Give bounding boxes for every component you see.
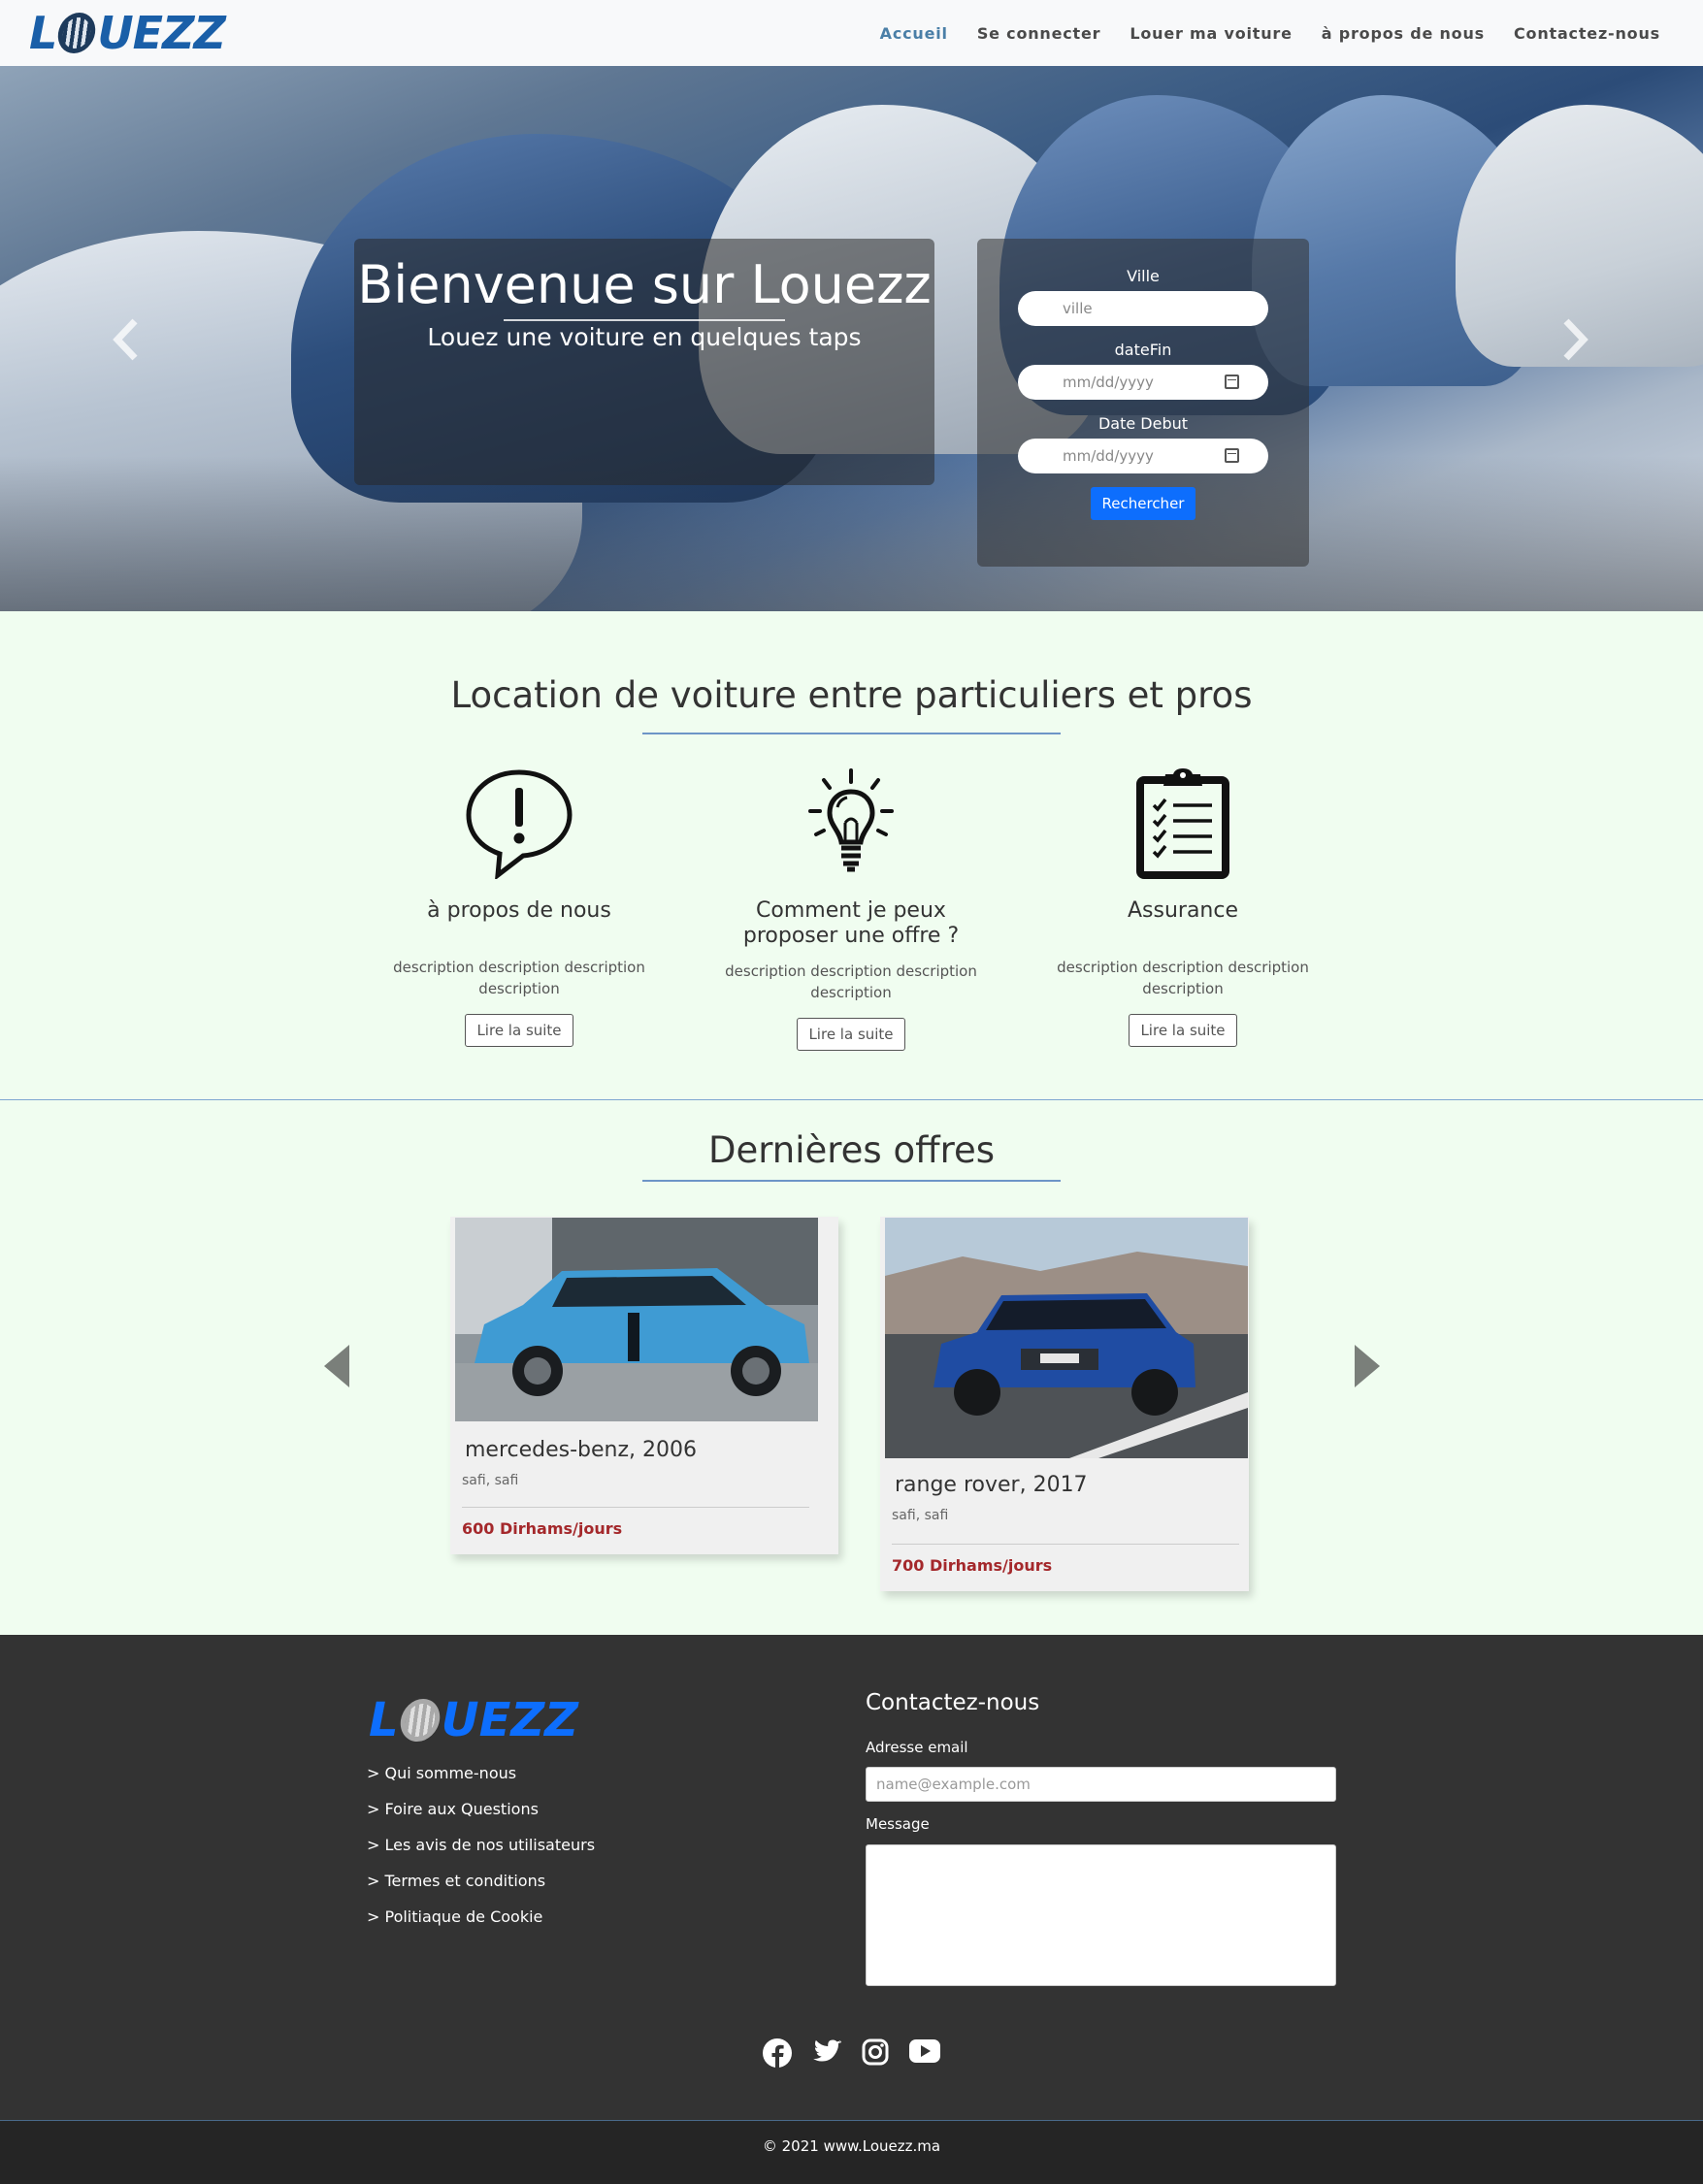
feature-about: à propos de nous description description… xyxy=(388,766,650,1047)
email-placeholder: name@example.com xyxy=(876,1776,1031,1793)
navbar: L UEZZ Accueil Se connecter Louer ma voi… xyxy=(0,0,1703,66)
offers-title-underline xyxy=(642,1180,1061,1182)
copyright-bar: © 2021 www.Louezz.ma xyxy=(0,2120,1703,2184)
footer-link-cookies[interactable]: > Politiaque de Cookie xyxy=(367,1907,542,1926)
offers-prev-icon[interactable] xyxy=(324,1345,349,1387)
city-label: Ville xyxy=(1127,267,1160,285)
nav-contactez-nous[interactable]: Contactez-nous xyxy=(1514,24,1660,43)
offers-next-icon[interactable] xyxy=(1355,1345,1380,1387)
offer-separator xyxy=(462,1507,809,1508)
footer-logo-text-rest: UEZZ xyxy=(441,1693,578,1747)
car-photo xyxy=(885,1218,1248,1458)
feature-title: Assurance xyxy=(1127,898,1239,923)
section-divider xyxy=(0,1099,1703,1100)
search-form: Ville ville dateFin mm/dd/yyyy Date Debu… xyxy=(977,239,1309,567)
footer-link-reviews[interactable]: > Les avis de nos utilisateurs xyxy=(367,1836,595,1854)
offer-card[interactable]: range rover, 2017 safi, safi 700 Dirhams… xyxy=(880,1217,1249,1591)
hero-title: Bienvenue sur Louezz xyxy=(357,254,932,315)
end-date-label: dateFin xyxy=(1114,341,1172,359)
end-date-input[interactable]: mm/dd/yyyy xyxy=(1018,365,1268,400)
welcome-panel: Bienvenue sur Louezz Louez une voiture e… xyxy=(354,239,934,485)
read-more-button[interactable]: Lire la suite xyxy=(465,1014,573,1047)
city-placeholder: ville xyxy=(1063,300,1093,317)
offer-price: 600 Dirhams/jours xyxy=(462,1519,623,1538)
features-title: Location de voiture entre particuliers e… xyxy=(450,674,1253,716)
calendar-icon[interactable] xyxy=(1225,448,1239,463)
nav-louer-ma-voiture[interactable]: Louer ma voiture xyxy=(1130,24,1292,43)
offer-separator xyxy=(892,1544,1239,1545)
read-more-button[interactable]: Lire la suite xyxy=(797,1018,905,1051)
feature-offer: Comment je peux proposer une offre ? des… xyxy=(720,766,982,1051)
facebook-icon[interactable] xyxy=(762,2038,792,2068)
feature-title: à propos de nous xyxy=(427,898,611,923)
feature-desc: description description description desc… xyxy=(725,962,977,1001)
copyright-text: © 2021 www.Louezz.ma xyxy=(762,2137,941,2155)
features-title-underline xyxy=(642,733,1061,734)
hero-next-icon[interactable] xyxy=(1560,309,1589,376)
twitter-icon[interactable] xyxy=(811,2038,842,2066)
offer-location: safi, safi xyxy=(892,1508,949,1523)
footer-link-about[interactable]: > Qui somme-nous xyxy=(367,1764,516,1782)
logo-text-rest: UEZZ xyxy=(97,7,225,59)
logo-text-l: L xyxy=(29,7,57,59)
message-label: Message xyxy=(866,1815,930,1833)
nav-accueil[interactable]: Accueil xyxy=(880,24,948,43)
tire-icon xyxy=(55,13,99,53)
feature-desc: description description description desc… xyxy=(1057,959,1309,997)
offer-title: mercedes-benz, 2006 xyxy=(465,1438,698,1462)
speech-bubble-exclamation-icon xyxy=(466,769,573,879)
social-links xyxy=(0,2038,1703,2068)
search-button[interactable]: Rechercher xyxy=(1090,487,1196,520)
footer-logo[interactable]: L UEZZ xyxy=(369,1693,578,1747)
offer-location: safi, safi xyxy=(462,1473,519,1488)
footer-link-faq[interactable]: > Foire aux Questions xyxy=(367,1800,539,1818)
offer-title: range rover, 2017 xyxy=(895,1473,1088,1497)
tire-icon xyxy=(397,1699,442,1742)
start-date-placeholder: mm/dd/yyyy xyxy=(1063,447,1154,465)
car-photo xyxy=(455,1218,818,1421)
logo[interactable]: L UEZZ xyxy=(29,7,226,59)
nav-se-connecter[interactable]: Se connecter xyxy=(977,24,1101,43)
hero-prev-icon[interactable] xyxy=(112,309,141,376)
footer-logo-text-l: L xyxy=(369,1693,399,1747)
start-date-input[interactable]: mm/dd/yyyy xyxy=(1018,439,1268,473)
contact-title: Contactez-nous xyxy=(866,1690,1040,1715)
message-textarea[interactable] xyxy=(866,1844,1336,1986)
email-label: Adresse email xyxy=(866,1739,968,1756)
calendar-icon[interactable] xyxy=(1225,375,1239,389)
lightbulb-icon xyxy=(808,768,894,872)
read-more-button[interactable]: Lire la suite xyxy=(1129,1014,1237,1047)
nav-links: Accueil Se connecter Louer ma voiture à … xyxy=(880,0,1660,66)
feature-insurance: Assurance description description descri… xyxy=(1052,766,1314,1047)
feature-title: Comment je peux proposer une offre ? xyxy=(742,898,960,948)
nav-a-propos[interactable]: à propos de nous xyxy=(1322,24,1485,43)
youtube-icon[interactable] xyxy=(908,2038,941,2064)
offer-price: 700 Dirhams/jours xyxy=(892,1556,1053,1575)
city-input[interactable]: ville xyxy=(1018,291,1268,326)
title-underline xyxy=(504,319,785,321)
instagram-icon[interactable] xyxy=(862,2038,889,2066)
feature-desc: description description description desc… xyxy=(393,959,645,997)
start-date-label: Date Debut xyxy=(1097,414,1189,433)
offer-card[interactable]: mercedes-benz, 2006 safi, safi 600 Dirha… xyxy=(450,1217,838,1554)
hero-subtitle: Louez une voiture en quelques taps xyxy=(427,323,862,351)
footer-link-terms[interactable]: > Termes et conditions xyxy=(367,1872,545,1890)
email-input[interactable]: name@example.com xyxy=(866,1767,1336,1802)
offers-title: Dernières offres xyxy=(707,1129,996,1171)
end-date-placeholder: mm/dd/yyyy xyxy=(1063,374,1154,391)
clipboard-checklist-icon xyxy=(1136,768,1229,879)
